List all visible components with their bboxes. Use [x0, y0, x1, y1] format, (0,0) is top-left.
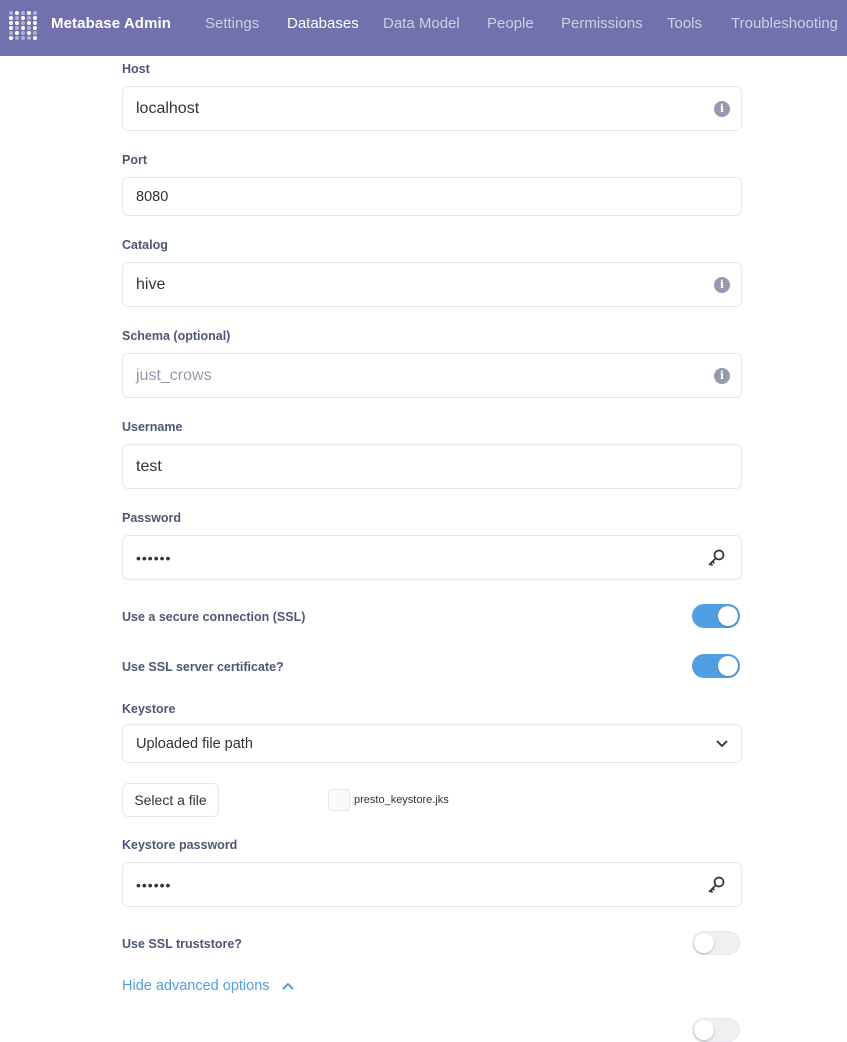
keystore-label: Keystore [122, 702, 176, 716]
nav-databases[interactable]: Databases [287, 15, 359, 32]
ssl-cert-toggle[interactable] [692, 654, 740, 678]
keystore-password-value: •••••• [136, 876, 172, 893]
key-icon[interactable] [706, 548, 726, 568]
keystore-select[interactable]: Uploaded file path [122, 724, 742, 763]
select-file-button[interactable]: Select a file [122, 783, 219, 817]
hide-advanced-options-link[interactable]: Hide advanced options [122, 978, 294, 994]
truststore-row: Use SSL truststore? [122, 931, 742, 957]
keystore-password-input[interactable]: •••••• [122, 862, 742, 907]
port-label: Port [122, 153, 147, 167]
info-icon[interactable]: i [714, 276, 730, 293]
port-input[interactable]: 8080 [122, 177, 742, 216]
catalog-label: Catalog [122, 238, 168, 252]
next-option-toggle[interactable] [692, 1018, 740, 1042]
ssl-toggle[interactable] [692, 604, 740, 628]
host-input[interactable]: localhost i [122, 86, 742, 131]
nav-people[interactable]: People [487, 15, 534, 32]
advanced-link-label: Hide advanced options [122, 978, 270, 994]
file-thumbnail [328, 789, 350, 811]
ssl-cert-label: Use SSL server certificate? [122, 660, 284, 674]
schema-placeholder: just_crows [136, 366, 212, 384]
host-label: Host [122, 62, 150, 76]
username-input[interactable]: test [122, 444, 742, 489]
admin-nav: Settings Databases Data Model People Per… [0, 15, 847, 35]
password-label: Password [122, 511, 182, 525]
ssl-row: Use a secure connection (SSL) [122, 604, 742, 630]
file-name: presto_keystore.jks [354, 794, 449, 806]
port-value: 8080 [136, 188, 169, 205]
nav-troubleshooting[interactable]: Troubleshooting [731, 15, 838, 32]
info-icon[interactable]: i [714, 367, 730, 384]
nav-settings[interactable]: Settings [205, 15, 259, 32]
schema-input[interactable]: just_crows i [122, 353, 742, 398]
info-icon[interactable]: i [714, 100, 730, 117]
chevron-down-icon [716, 740, 728, 747]
ssl-cert-row: Use SSL server certificate? [122, 654, 742, 680]
chevron-up-icon [282, 983, 294, 990]
catalog-input[interactable]: hive i [122, 262, 742, 307]
truststore-label: Use SSL truststore? [122, 937, 242, 951]
catalog-value: hive [136, 275, 166, 293]
username-label: Username [122, 420, 183, 434]
nav-data-model[interactable]: Data Model [383, 15, 460, 32]
keystore-password-label: Keystore password [122, 838, 238, 852]
username-value: test [136, 457, 162, 475]
nav-tools[interactable]: Tools [667, 15, 702, 32]
password-value: •••••• [136, 549, 172, 566]
password-input[interactable]: •••••• [122, 535, 742, 580]
host-value: localhost [136, 99, 200, 117]
ssl-label: Use a secure connection (SSL) [122, 610, 306, 624]
key-icon[interactable] [706, 875, 726, 895]
truststore-toggle[interactable] [692, 931, 740, 955]
keystore-value: Uploaded file path [136, 735, 253, 752]
schema-label: Schema (optional) [122, 329, 231, 343]
admin-header: Metabase Admin Settings Databases Data M… [0, 0, 847, 56]
nav-permissions[interactable]: Permissions [561, 15, 643, 32]
